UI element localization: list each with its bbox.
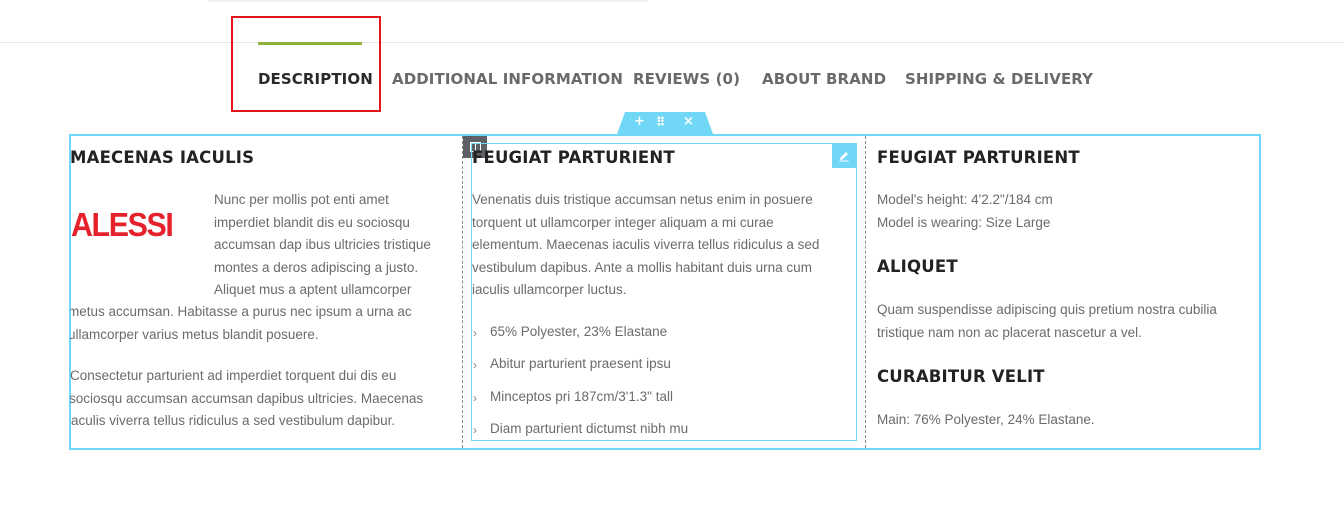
col3-title3: CURABITUR VELIT: [877, 367, 1045, 386]
section-toolbar: + ⠿ ×: [617, 112, 713, 134]
list-item: › Diam parturient dictumst nibh mu: [472, 418, 688, 450]
list-item: › Abitur parturient praesent ipsu: [472, 353, 688, 385]
list-item: › 65% Polyester, 23% Elastane: [472, 321, 688, 353]
feature-list: › 65% Polyester, 23% Elastane › Abitur par…: [472, 321, 688, 450]
text-line: Nunc per mollis pot enti amet: [214, 192, 389, 207]
close-section-icon[interactable]: ×: [683, 114, 694, 130]
text-line: iaculis ullamcorper luctus.: [472, 282, 627, 297]
pencil-icon: [839, 152, 849, 162]
col3-material: Main: 76% Polyester, 24% Elastane.: [877, 412, 1095, 427]
tab-about-brand[interactable]: ABOUT BRAND: [762, 70, 886, 88]
col2-title: FEUGIAT PARTURIENT: [472, 148, 675, 167]
col3-title2: ALIQUET: [877, 257, 958, 276]
col3-paragraph: Quam suspendisse adipiscing quis pretium…: [877, 299, 1217, 344]
text-line: elementum. Maecenas iaculis viverra tell…: [472, 237, 820, 252]
alessi-logo: ALESSI: [71, 206, 174, 243]
text-line: montes a deros adipiscing a justo.: [214, 259, 419, 275]
list-item-label: 65% Polyester, 23% Elastane: [490, 324, 668, 339]
header-divider: [0, 42, 1344, 43]
text-line: sociosqu accumsan accumsan dapibus ultri…: [70, 390, 424, 406]
col1-paragraph1-rest: metus accumsan. Habitasse a purus nec ip…: [70, 301, 460, 346]
col3-model-info: Model's height: 4'2.2"/184 cm Model is w…: [877, 189, 1053, 234]
col1-paragraph1-float: Nunc per mollis pot enti amet imperdiet …: [214, 189, 431, 302]
text-line: Aliquet mus a aptent ullamcorper: [214, 282, 412, 297]
col1-title: MAECENAS IACULIS: [70, 148, 255, 167]
drag-section-icon[interactable]: ⠿: [656, 114, 665, 130]
list-item-label: Minceptos pri 187cm/3'1.3" tall: [490, 388, 673, 404]
list-item: › Minceptos pri 187cm/3'1.3" tall: [472, 386, 688, 418]
chevron-right-icon: ›: [473, 358, 477, 373]
product-tabs: DESCRIPTION ADDITIONAL INFORMATION REVIE…: [0, 70, 1344, 96]
text-line: Venenatis duis tristique accumsan netus …: [472, 192, 813, 207]
chevron-right-icon: ›: [473, 326, 477, 340]
top-bar-remnant: [208, 0, 648, 2]
text-line: Consectetur parturient ad imperdiet torq…: [70, 368, 397, 383]
text-line: ullamcorper varius metus blandit posuere…: [70, 326, 319, 342]
edit-widget-button[interactable]: [832, 144, 856, 168]
col2-paragraph: Venenatis duis tristique accumsan netus …: [472, 189, 819, 302]
list-item-label: Abitur parturient praesent ipsu: [490, 356, 671, 372]
text-line: Model's height: 4'2.2"/184 cm: [877, 192, 1053, 207]
text-line: torquent ut ullamcorper integer aliquam …: [472, 214, 774, 230]
add-section-icon[interactable]: +: [634, 114, 645, 130]
chevron-right-icon: ›: [473, 390, 477, 405]
text-line: vestibulum dapibus. Ante a mollis habita…: [472, 259, 812, 275]
description-tab-highlight-box: [231, 16, 381, 112]
tab-shipping-delivery[interactable]: SHIPPING & DELIVERY: [905, 70, 1093, 88]
column-divider-1: [462, 136, 463, 448]
text-line: tristique nam non ac placerat nascetur a…: [877, 324, 1142, 340]
text-line: Model is wearing: Size Large: [877, 214, 1051, 230]
column-divider-2: [865, 136, 866, 448]
text-line: iaculis viverra tellus ridiculus a sed v…: [70, 413, 396, 428]
tab-additional-information[interactable]: ADDITIONAL INFORMATION: [392, 70, 623, 88]
list-item-label: Diam parturient dictumst nibh mu: [490, 420, 689, 436]
text-line: imperdiet blandit dis eu sociosqu: [214, 214, 410, 230]
tab-reviews[interactable]: REVIEWS (0): [633, 70, 740, 88]
chevron-right-icon: ›: [473, 422, 477, 437]
text-line: accumsan dap ibus ultricies tristique: [214, 237, 431, 252]
text-line: metus accumsan. Habitasse a purus nec ip…: [70, 304, 412, 319]
text-line: Quam suspendisse adipiscing quis pretium…: [877, 302, 1217, 317]
col1-paragraph2: Consectetur parturient ad imperdiet torq…: [70, 365, 460, 433]
col3-title1: FEUGIAT PARTURIENT: [877, 148, 1080, 167]
